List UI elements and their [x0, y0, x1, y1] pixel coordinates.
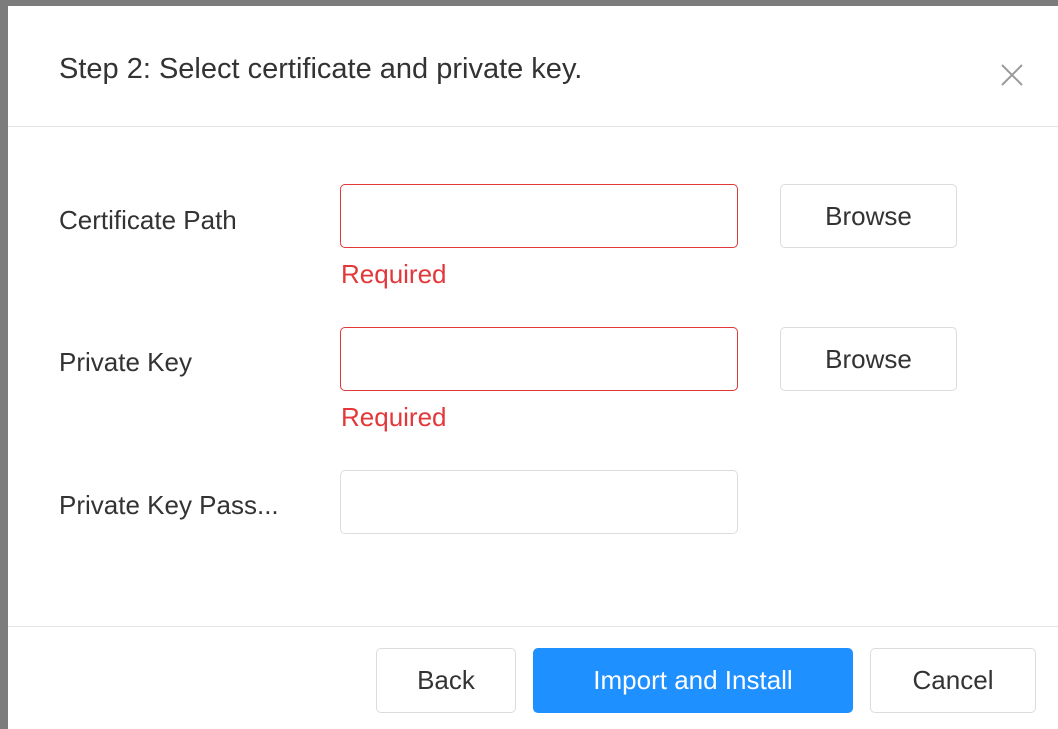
private-key-input[interactable]	[340, 327, 738, 391]
certificate-path-input[interactable]	[340, 184, 738, 248]
dialog-title: Step 2: Select certificate and private k…	[59, 53, 583, 85]
private-key-password-input[interactable]	[340, 470, 738, 534]
import-and-install-button[interactable]: Import and Install	[533, 648, 853, 713]
cancel-button[interactable]: Cancel	[870, 648, 1036, 713]
footer-divider	[8, 626, 1058, 627]
close-icon[interactable]	[999, 62, 1025, 88]
window-frame-left	[0, 0, 8, 729]
private-key-password-label: Private Key Pass...	[59, 490, 279, 520]
dialog-header: Step 2: Select certificate and private k…	[8, 6, 1058, 127]
private-key-browse-button[interactable]: Browse	[780, 327, 957, 391]
certificate-browse-button[interactable]: Browse	[780, 184, 957, 248]
back-button[interactable]: Back	[376, 648, 516, 713]
dialog: Step 2: Select certificate and private k…	[8, 6, 1058, 729]
certificate-path-label: Certificate Path	[59, 205, 237, 235]
certificate-path-error: Required	[341, 259, 447, 289]
private-key-label: Private Key	[59, 347, 192, 377]
private-key-error: Required	[341, 402, 447, 432]
